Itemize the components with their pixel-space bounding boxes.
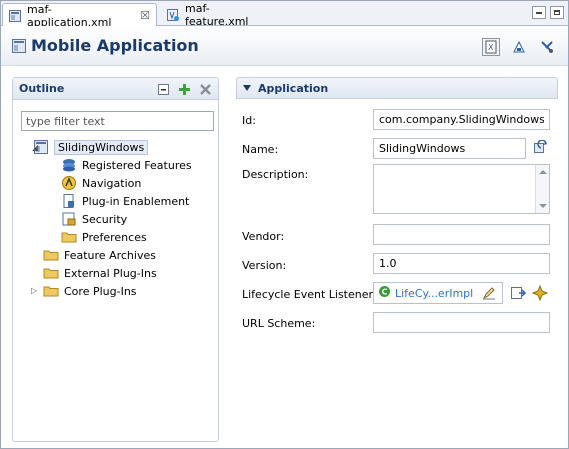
source-view-icon[interactable]: X	[482, 38, 500, 56]
id-label: Id:	[242, 114, 256, 127]
maximize-button[interactable]	[550, 6, 564, 19]
page-title: Mobile Application	[31, 36, 199, 55]
create-class-icon[interactable]	[532, 285, 548, 301]
lifecycle-field[interactable]: C LifeCy...erImpl	[373, 282, 503, 304]
header-toolbar: X	[482, 38, 556, 56]
tree-item-label: Preferences	[82, 230, 147, 244]
mobile-application-icon	[11, 38, 27, 54]
tree-item-label: Feature Archives	[64, 248, 156, 262]
vendor-field[interactable]	[373, 224, 550, 245]
security-icon	[61, 211, 77, 227]
filter-input[interactable]	[21, 111, 214, 131]
editor-header: Mobile Application X	[1, 26, 568, 66]
outline-toolbar	[157, 83, 212, 96]
name-label: Name:	[242, 143, 279, 156]
features-icon	[61, 157, 77, 173]
tree-item-security[interactable]: Security	[61, 210, 127, 228]
tree-item-label: External Plug-Ins	[64, 266, 157, 280]
tree-item-label: Plug-in Enablement	[82, 194, 190, 208]
tree-item-slidingwindows[interactable]: ◢ SlidingWindows	[32, 138, 149, 156]
application-header[interactable]: Application	[236, 77, 558, 99]
tree-item-label: Core Plug-Ins	[64, 284, 137, 298]
navigation-icon	[61, 175, 77, 191]
browse-class-icon[interactable]	[510, 285, 526, 301]
add-icon[interactable]	[178, 83, 191, 96]
edit-icon[interactable]	[482, 286, 496, 303]
maf-feature-file-icon	[166, 8, 180, 22]
application-panel: Application Id: Name: Description: Vendo…	[236, 77, 558, 442]
delete-icon[interactable]	[199, 83, 212, 96]
scroll-up-icon[interactable]	[539, 170, 547, 174]
close-icon[interactable]: ☒	[140, 10, 150, 21]
url-scheme-field[interactable]	[373, 312, 550, 333]
tree-item-label: Navigation	[82, 176, 142, 190]
minimize-button[interactable]	[532, 6, 546, 19]
lifecycle-label: Lifecycle Event Listener:	[242, 288, 377, 301]
folder-icon	[43, 283, 59, 299]
scroll-down-icon[interactable]	[539, 204, 547, 208]
description-scrollbar[interactable]	[535, 165, 549, 213]
tree-item-label: SlidingWindows	[54, 139, 149, 155]
folder-icon	[43, 265, 59, 281]
tree-item-preferences[interactable]: Preferences	[61, 228, 147, 246]
id-field[interactable]	[373, 109, 550, 130]
tree-item-feature-archives[interactable]: Feature Archives	[43, 246, 156, 264]
tab-label: maf-application.xml	[27, 2, 112, 29]
tab-maf-feature[interactable]: maf-feature.xml	[161, 1, 273, 28]
folder-icon	[61, 229, 77, 245]
tree-item-label: Registered Features	[82, 158, 192, 172]
svg-text:C: C	[382, 288, 388, 297]
collapse-all-icon[interactable]	[157, 83, 170, 96]
tree-item-navigation[interactable]: Navigation	[61, 174, 141, 192]
version-label: Version:	[242, 259, 287, 272]
plugin-icon	[61, 193, 77, 209]
tab-label: maf-feature.xml	[185, 1, 249, 28]
name-field[interactable]	[373, 138, 526, 159]
tree-item-registered-features[interactable]: Registered Features	[61, 156, 192, 174]
application-title: Application	[258, 81, 329, 95]
url-scheme-label: URL Scheme:	[242, 317, 316, 330]
expanded-arrow-icon[interactable]: ◢	[32, 143, 41, 152]
collapsed-arrow-icon[interactable]: ▷	[31, 286, 40, 295]
tree-item-label: Security	[82, 212, 128, 226]
tree-item-external-plugins[interactable]: External Plug-Ins	[43, 264, 157, 282]
lifecycle-value: LifeCy...erImpl	[395, 286, 474, 300]
description-field[interactable]	[373, 164, 550, 214]
vendor-label: Vendor:	[242, 230, 285, 243]
maf-application-file-icon	[8, 9, 22, 23]
section-expanded-icon	[243, 85, 251, 91]
tree-item-core-plugins[interactable]: ▷ Core Plug-Ins	[31, 282, 137, 300]
description-label: Description:	[242, 168, 309, 181]
outline-panel: Outline ◢ SlidingWindows Registered Feat…	[12, 77, 219, 442]
tree-item-plugin-enablement[interactable]: Plug-in Enablement	[61, 192, 189, 210]
adf-icon[interactable]	[510, 38, 528, 56]
window-controls	[532, 6, 564, 19]
folder-icon	[43, 247, 59, 263]
version-field[interactable]	[373, 253, 550, 274]
tab-maf-application[interactable]: maf-application.xml ☒	[2, 2, 157, 29]
class-icon: C	[378, 285, 391, 301]
editor-tab-bar: maf-application.xml ☒ maf-feature.xml	[1, 1, 568, 29]
preferences-icon[interactable]	[538, 38, 556, 56]
outline-title: Outline	[19, 82, 65, 95]
svg-text:X: X	[488, 43, 494, 52]
rename-icon[interactable]	[533, 140, 549, 156]
